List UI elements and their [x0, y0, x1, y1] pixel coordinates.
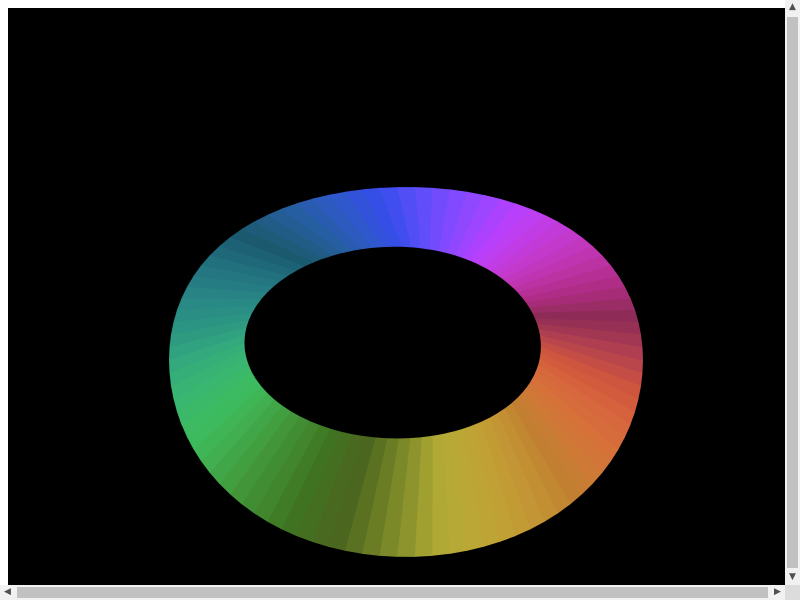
scroll-down-arrow-icon[interactable]: ▼	[785, 570, 800, 585]
scroll-left-arrow-icon[interactable]: ◀	[0, 585, 15, 600]
horizontal-scroll-thumb[interactable]	[17, 587, 768, 598]
horizontal-scrollbar[interactable]: ◀ ▶	[0, 585, 785, 600]
vertical-scroll-thumb[interactable]	[787, 17, 798, 568]
strip-hole	[293, 255, 524, 410]
mobius-strip-render	[169, 187, 643, 557]
browser-viewport: yyssssss ▲ ▼ ◀ ▶	[0, 0, 800, 600]
webgl-canvas[interactable]	[8, 8, 785, 585]
scrollbar-corner	[785, 585, 800, 600]
vertical-scrollbar[interactable]: ▲ ▼	[785, 0, 800, 585]
scroll-right-arrow-icon[interactable]: ▶	[770, 585, 785, 600]
scroll-up-arrow-icon[interactable]: ▲	[785, 0, 800, 15]
